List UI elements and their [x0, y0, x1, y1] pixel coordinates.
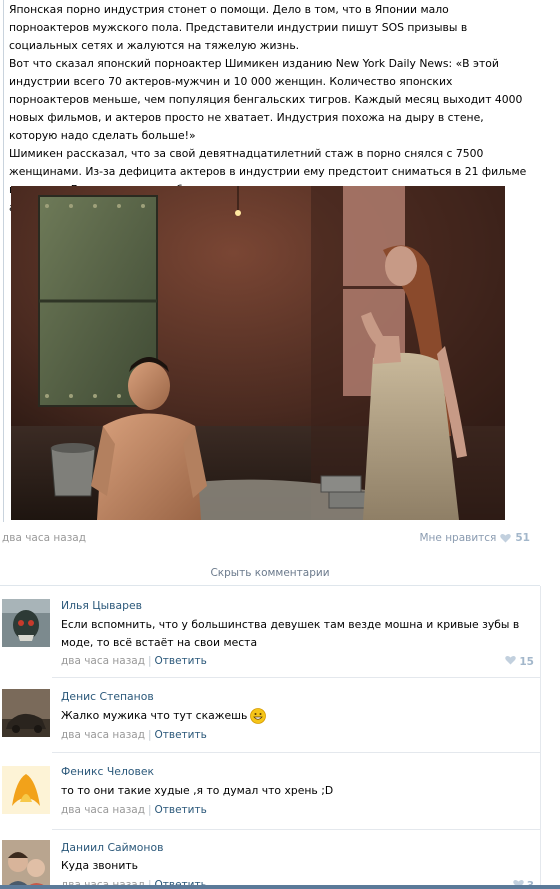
reply-link[interactable]: Ответить: [155, 729, 207, 741]
meta-separator: |: [147, 804, 152, 816]
meta-separator: |: [147, 729, 152, 741]
post-like-button[interactable]: Мне нравится 51: [419, 532, 530, 544]
comment-meta: два часа назад | Ответить: [61, 729, 207, 741]
avatar[interactable]: [2, 766, 50, 814]
comment-text: то то они такие худые ,я то думал что хр…: [61, 784, 334, 797]
comment-time[interactable]: два часа назад: [61, 655, 145, 667]
comment-like-count: 15: [519, 655, 534, 668]
bottom-edge-bar: [0, 885, 560, 889]
reply-link[interactable]: Ответить: [155, 804, 207, 816]
comment-text: Жалко мужика что тут скажешь: [61, 707, 536, 725]
smiley-emoji-icon: [250, 708, 267, 724]
comment-text: Если вспомнить, что у большинства девуше…: [61, 618, 520, 649]
reply-link[interactable]: Ответить: [155, 655, 207, 667]
comment-author[interactable]: Илья Цыварев: [61, 599, 142, 612]
meta-separator: |: [147, 655, 152, 667]
comment-text: Куда звонить: [61, 859, 139, 872]
post-photo[interactable]: [11, 186, 505, 520]
post-paragraph: Вот что сказал японский порноактер Шимик…: [9, 57, 523, 142]
post-photo-image: [11, 186, 505, 520]
avatar[interactable]: [2, 840, 50, 888]
heart-icon: [505, 655, 517, 668]
comment-author[interactable]: Феникс Человек: [61, 765, 154, 778]
comment-divider: [52, 752, 540, 753]
comment-text-body: Жалко мужика что тут скажешь: [61, 709, 248, 722]
like-count: 51: [515, 532, 530, 544]
comment-like-button[interactable]: 15: [505, 655, 534, 668]
comment-divider: [52, 677, 540, 678]
post-left-border: [3, 0, 4, 522]
hide-comments-link[interactable]: Скрыть комментарии: [0, 560, 540, 586]
comment-author[interactable]: Денис Степанов: [61, 690, 154, 703]
comment-divider: [52, 829, 540, 830]
comment-time[interactable]: два часа назад: [61, 729, 145, 741]
post-paragraph: Японская порно индустрия стонет о помощи…: [9, 3, 468, 52]
comment-meta: два часа назад | Ответить: [61, 804, 207, 816]
post-time[interactable]: два часа назад: [2, 532, 86, 544]
comment-time[interactable]: два часа назад: [61, 804, 145, 816]
comments-right-border: [540, 586, 541, 889]
avatar[interactable]: [2, 599, 50, 647]
avatar[interactable]: [2, 689, 50, 737]
post-text: Японская порно индустрия стонет о помощи…: [9, 1, 529, 217]
post-meta: два часа назад Мне нравится 51: [0, 532, 560, 548]
comment-meta: два часа назад | Ответить: [61, 655, 207, 667]
like-label: Мне нравится: [419, 532, 497, 544]
heart-icon: [500, 533, 512, 543]
comment-author[interactable]: Даниил Саймонов: [61, 841, 163, 854]
